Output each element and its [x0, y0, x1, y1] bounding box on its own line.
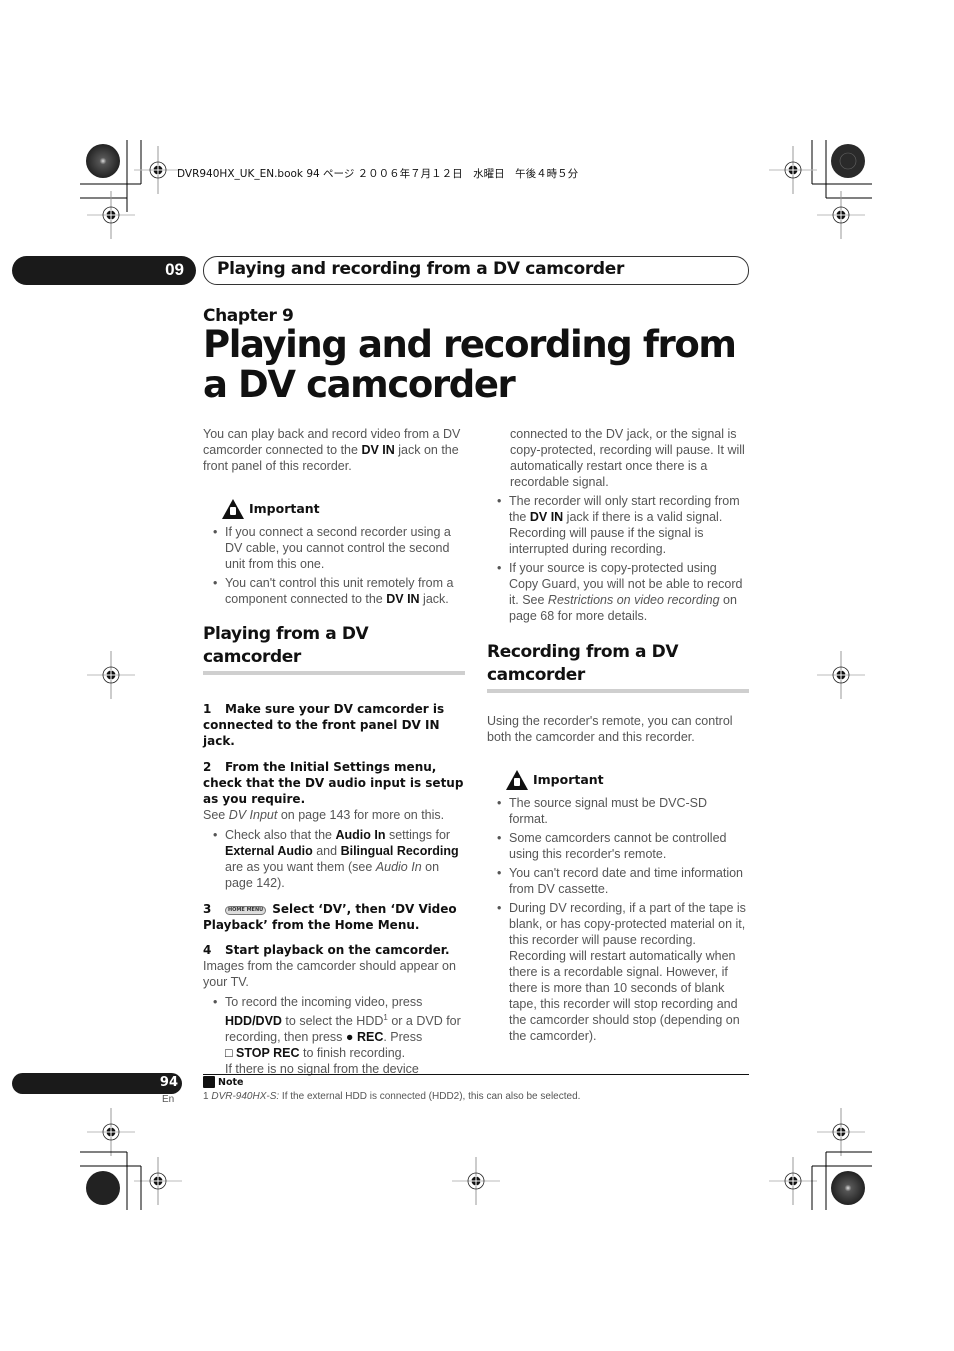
note-pencil-icon: [203, 1076, 215, 1088]
important-label: Important: [249, 501, 320, 516]
list-item: The recorder will only start recording f…: [487, 493, 749, 557]
step-1: 1 Make sure your DV camcorder is connecte…: [203, 702, 445, 748]
home-menu-button-icon: HOME MENU: [225, 906, 267, 915]
running-header: Playing and recording from a DV camcorde…: [203, 256, 749, 285]
note-divider: [203, 1074, 749, 1075]
page-number: 94: [159, 1075, 178, 1090]
footnote: 1 DVR-940HX-S: If the external HDD is co…: [203, 1091, 581, 1102]
important-list: The source signal must be DVC-SD format.…: [487, 795, 749, 1044]
important-heading: Important: [505, 769, 749, 791]
important-label: Important: [533, 772, 604, 787]
right-column: connected to the DV jack, or the signal …: [487, 426, 749, 1047]
step-2: 2 From the Initial Settings menu, check t…: [203, 760, 464, 806]
important-list: If you connect a second recorder using a…: [203, 524, 465, 607]
print-registration-marks: [80, 140, 872, 1210]
warning-hand-icon: [222, 499, 244, 519]
step-4-bullets: To record the incoming video, press HDD/…: [203, 994, 465, 1077]
book-print-info: DVR940HX_UK_EN.book 94 ページ ２００６年７月１２日 水曜…: [177, 168, 579, 180]
running-title: Playing and recording from a DV camcorde…: [217, 259, 625, 279]
list-item: If you connect a second recorder using a…: [203, 524, 465, 572]
note-label: Note: [218, 1076, 244, 1088]
list-item: You can't record date and time informati…: [487, 865, 749, 897]
warning-hand-icon: [506, 770, 528, 790]
page-language: En: [162, 1094, 175, 1105]
step-4: 4 Start playback on the camcorder.: [203, 943, 450, 957]
list-item: During DV recording, if a part of the ta…: [487, 900, 749, 1044]
section-heading-playing: Playing from a DV camcorder: [203, 623, 465, 675]
page-number-tab: 94: [12, 1073, 182, 1094]
continuation-paragraph: connected to the DV jack, or the signal …: [510, 427, 745, 489]
recording-intro: Using the recorder's remote, you can con…: [487, 714, 733, 744]
step-2-bullets: Check also that the Audio In settings fo…: [203, 827, 465, 891]
important-heading: Important: [221, 498, 465, 520]
starburst-mark: [86, 144, 120, 178]
list-item: Some camcorders cannot be controlled usi…: [487, 830, 749, 862]
list-item: To record the incoming video, press HDD/…: [203, 994, 465, 1077]
right-bullets: The recorder will only start recording f…: [487, 493, 749, 624]
list-item: The source signal must be DVC-SD format.: [487, 795, 749, 827]
list-item: You can't control this unit remotely fro…: [203, 575, 465, 607]
left-column: You can play back and record video from …: [203, 426, 465, 1080]
list-item: If your source is copy-protected using C…: [487, 560, 749, 624]
step-2-body: See DV Input on page 143 for more on thi…: [203, 808, 445, 822]
chapter-number-tab: 09: [12, 256, 196, 285]
intro-paragraph: You can play back and record video from …: [203, 427, 461, 473]
step-3: 3 HOME MENU Select ‘DV’, then ‘DV Video Pl…: [203, 902, 457, 932]
step-4-body: Images from the camcorder should appear …: [203, 959, 456, 989]
rec-icon: ●: [345, 1030, 354, 1045]
chapter-number: 09: [165, 260, 184, 279]
page-title: Playing and recording from a DV camcorde…: [203, 323, 737, 406]
note-heading: Note: [203, 1076, 243, 1088]
stop-icon: □: [225, 1046, 233, 1061]
section-heading-recording: Recording from a DV camcorder: [487, 641, 749, 693]
list-item: Check also that the Audio In settings fo…: [203, 827, 465, 891]
